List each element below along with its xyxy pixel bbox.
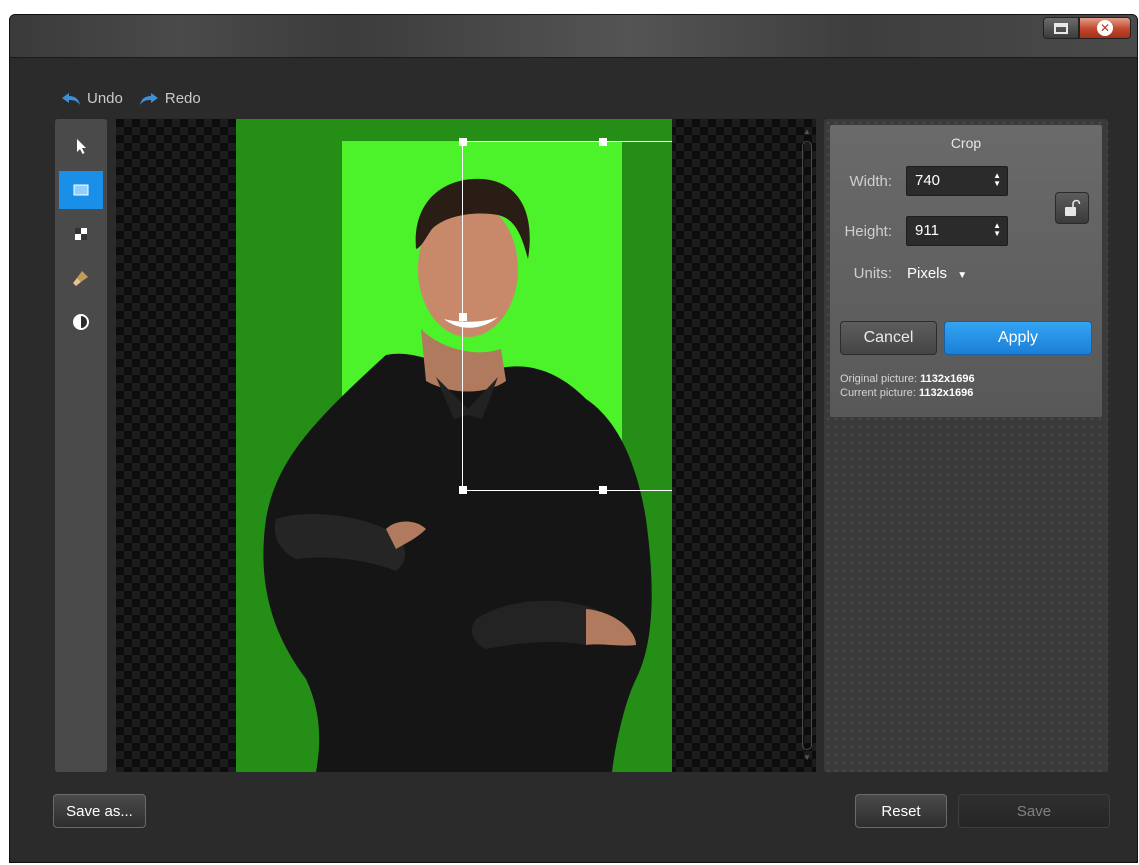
units-dropdown[interactable]: Pixels ▼: [907, 265, 967, 282]
maximize-icon: [1054, 22, 1068, 34]
contrast-tool[interactable]: [59, 303, 103, 341]
history-controls: Undo Redo: [61, 90, 201, 107]
title-bar[interactable]: ✕: [10, 15, 1137, 58]
original-label: Original picture:: [840, 373, 918, 385]
select-tool[interactable]: [59, 127, 103, 165]
scroll-up-icon[interactable]: ▲: [803, 127, 811, 136]
photo: [236, 119, 672, 772]
original-picture-info: Original picture: 1132x1696: [840, 373, 975, 385]
crop-handle[interactable]: [459, 138, 467, 146]
crop-handle[interactable]: [459, 486, 467, 494]
background-tool[interactable]: [59, 215, 103, 253]
tool-palette: [55, 119, 107, 772]
units-value: Pixels: [907, 265, 948, 282]
crop-title: Crop: [950, 135, 982, 151]
undo-button[interactable]: Undo: [61, 90, 123, 107]
close-button[interactable]: ✕: [1079, 17, 1131, 39]
crop-handle[interactable]: [459, 313, 467, 321]
crop-panel: Crop Width: 740 ▲ ▼ Height: 911 ▲ ▼ Units:…: [830, 125, 1102, 417]
crop-handle[interactable]: [599, 486, 607, 494]
vertical-scrollbar[interactable]: ▲ ▼: [802, 127, 812, 764]
undo-label: Undo: [87, 90, 123, 107]
properties-panel: Crop Width: 740 ▲ ▼ Height: 911 ▲ ▼ Units:…: [824, 119, 1108, 772]
units-label: Units:: [853, 265, 892, 282]
redo-label: Redo: [164, 90, 201, 107]
original-value: 1132x1696: [920, 373, 975, 385]
scroll-track[interactable]: [802, 141, 812, 750]
stepper-arrows-icon[interactable]: ▲ ▼: [993, 172, 1001, 188]
undo-arrow-icon: [62, 92, 80, 105]
dropdown-arrow-icon: ▼: [957, 270, 968, 281]
redo-arrow-icon: [139, 92, 158, 105]
current-label: Current picture:: [840, 387, 916, 399]
cancel-button[interactable]: Cancel: [840, 321, 937, 355]
crop-tool[interactable]: [59, 171, 103, 209]
scroll-down-icon[interactable]: ▼: [803, 753, 811, 762]
crop-selection[interactable]: [459, 138, 672, 494]
width-stepper[interactable]: 740 ▲ ▼: [906, 166, 1008, 196]
width-label: Width:: [849, 173, 892, 190]
aspect-lock-button[interactable]: [1055, 192, 1089, 224]
height-value: 911: [915, 222, 939, 239]
height-stepper[interactable]: 911 ▲ ▼: [906, 216, 1008, 246]
image-canvas[interactable]: ▲ ▼: [116, 119, 816, 772]
redo-button[interactable]: Redo: [139, 90, 201, 107]
height-label: Height:: [844, 223, 892, 240]
save-as-button[interactable]: Save as...: [53, 794, 146, 828]
current-value: 1132x1696: [918, 387, 974, 399]
cursor-arrow-icon: [77, 139, 86, 154]
unlocked-padlock-icon: [1065, 199, 1081, 216]
brush-tool[interactable]: [59, 259, 103, 297]
current-picture-info: Current picture: 1132x1696: [840, 387, 973, 399]
brush-icon: [73, 271, 88, 286]
contrast-circle-icon: [73, 314, 89, 330]
close-icon: ✕: [1097, 20, 1113, 36]
checker-square-icon: [75, 228, 87, 240]
maximize-button[interactable]: [1043, 17, 1079, 39]
image-editor-window: ✕ Undo Redo ▲ ▼ Crop Width: 740 ▲ ▼ Heig…: [9, 14, 1138, 863]
reset-button[interactable]: Reset: [855, 794, 947, 828]
width-value: 740: [915, 172, 941, 189]
crop-handle[interactable]: [599, 138, 607, 146]
save-button[interactable]: Save: [958, 794, 1110, 828]
rectangle-crop-icon: [73, 184, 89, 196]
apply-button[interactable]: Apply: [944, 321, 1092, 355]
stepper-arrows-icon[interactable]: ▲ ▼: [993, 222, 1001, 238]
